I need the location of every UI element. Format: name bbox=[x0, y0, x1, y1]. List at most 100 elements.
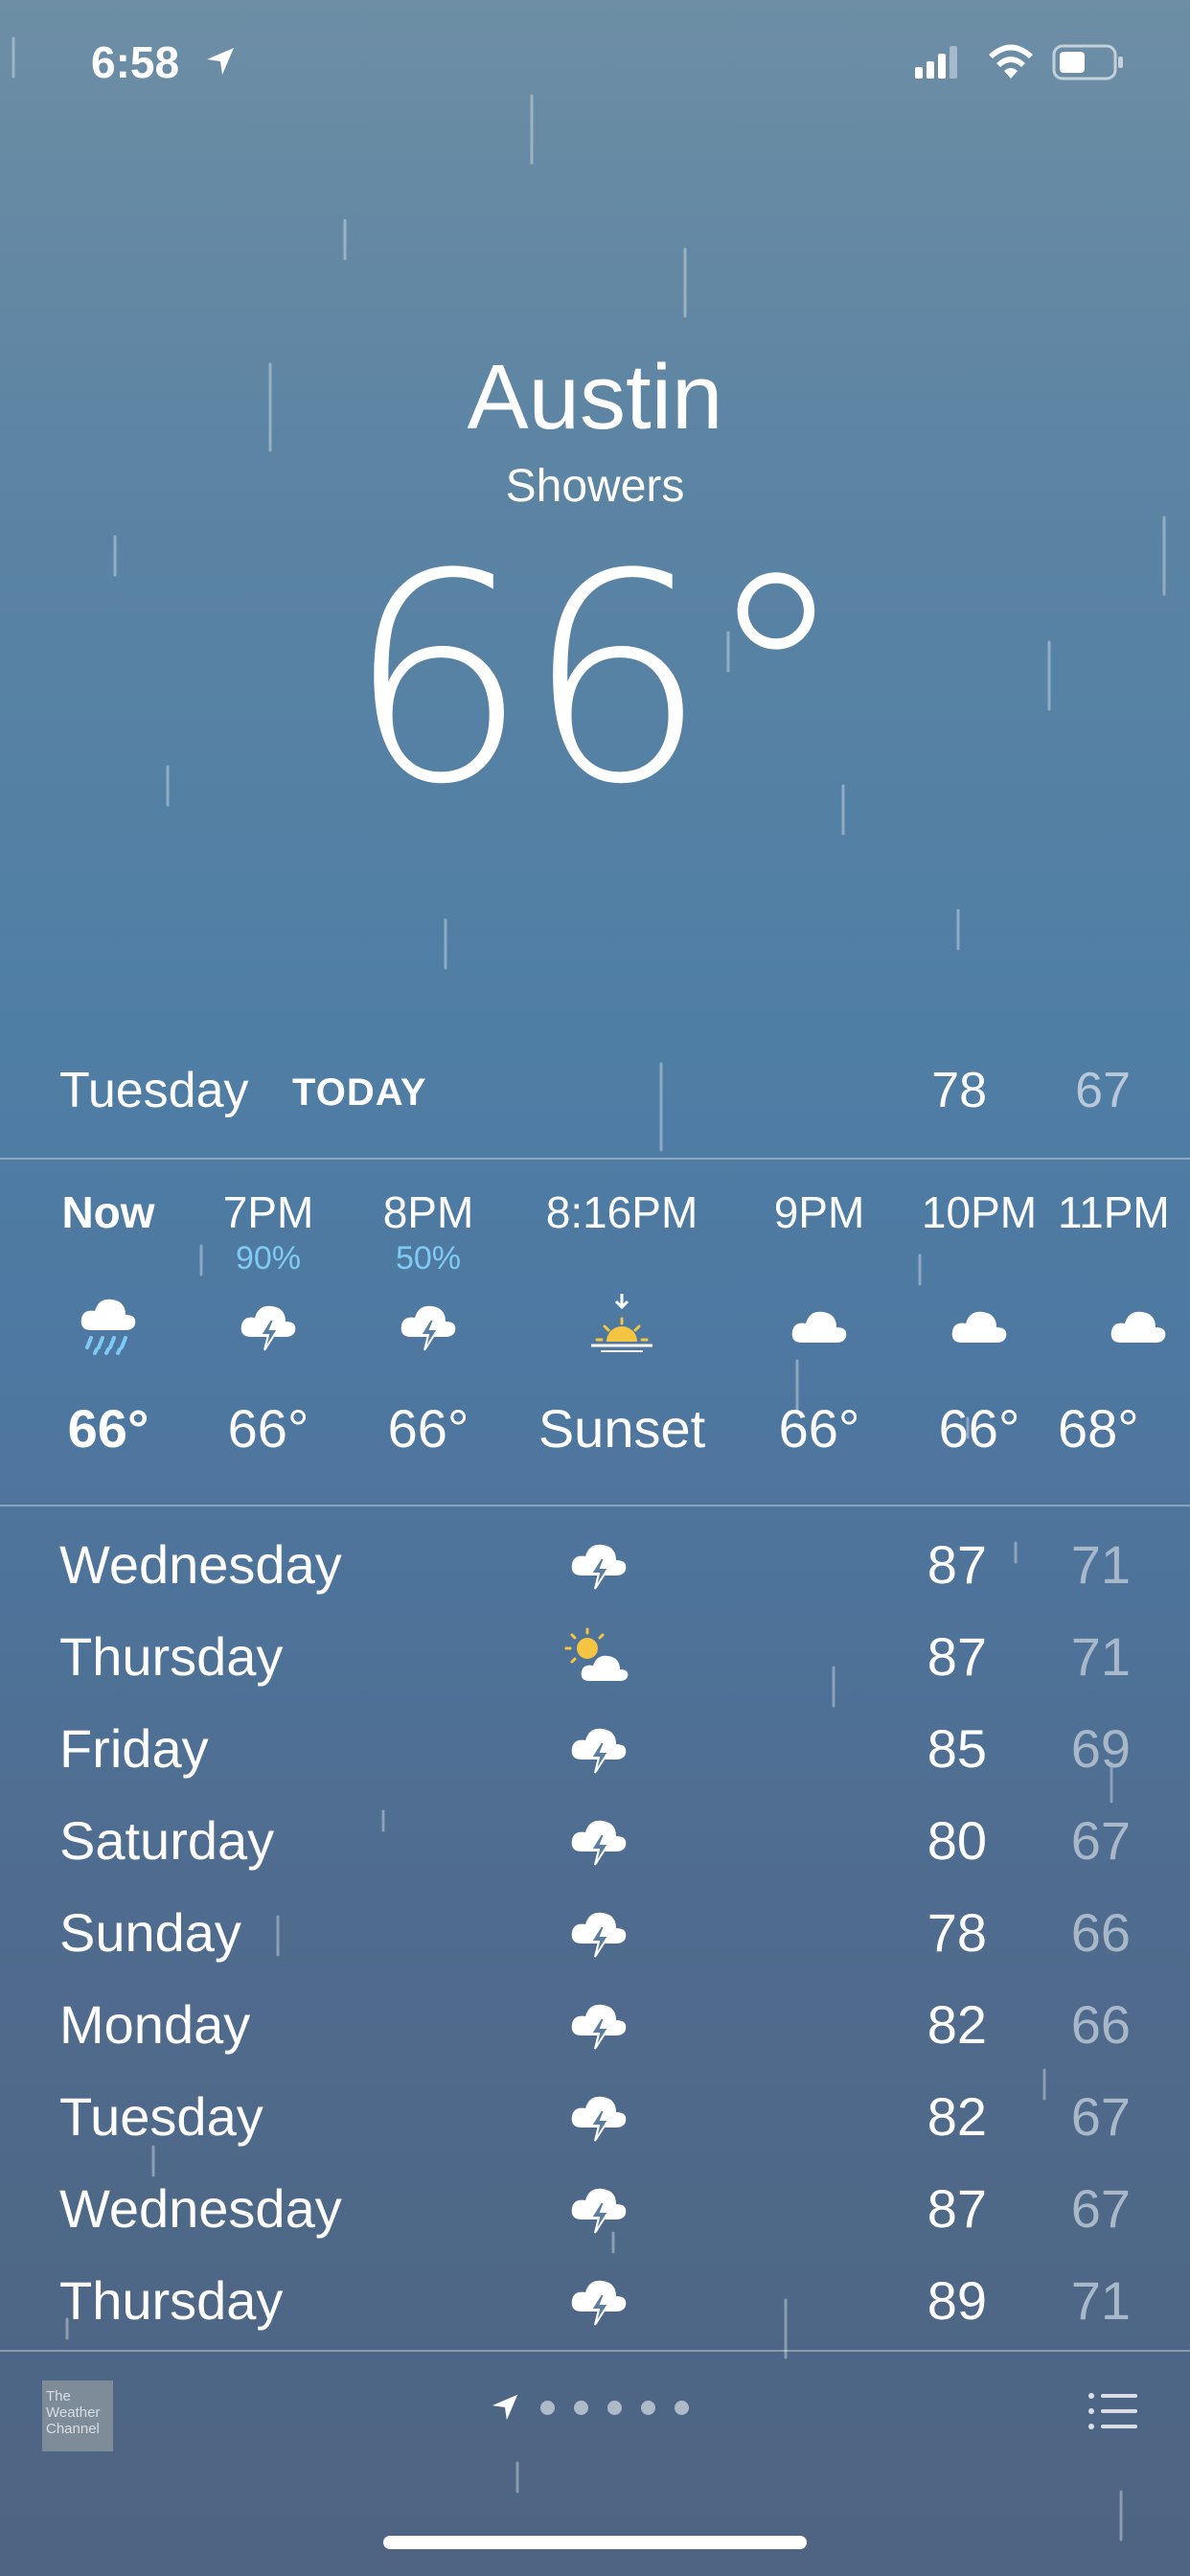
thunderstorm-icon bbox=[571, 1728, 627, 1774]
daily-row: Monday 82 66 bbox=[0, 1976, 1190, 2068]
day-low: 71 bbox=[1070, 2270, 1131, 2331]
day-name: Thursday bbox=[59, 1626, 284, 1687]
daily-row: Wednesday 87 67 bbox=[0, 2160, 1190, 2252]
home-indicator[interactable] bbox=[383, 2536, 807, 2549]
day-high: 87 bbox=[927, 1626, 987, 1687]
daily-row: Sunday 78 66 bbox=[0, 1884, 1190, 1976]
daily-row: Friday 85 69 bbox=[0, 1700, 1190, 1792]
hour-time: 10PM bbox=[921, 1187, 1038, 1237]
list-icon[interactable] bbox=[1087, 2392, 1139, 2430]
thunderstorm-icon bbox=[571, 1544, 627, 1590]
hourly-item: 8PM 50% 66° bbox=[347, 1186, 510, 1460]
hour-temperature: Sunset bbox=[538, 1398, 706, 1459]
day-name: Tuesday bbox=[59, 2086, 263, 2147]
divider bbox=[0, 1158, 1190, 1160]
partly-sunny-icon bbox=[564, 1627, 629, 1681]
day-high: 78 bbox=[927, 1902, 987, 1963]
hour-time: 11PM bbox=[1058, 1187, 1170, 1237]
hourly-item: 10PM 66° bbox=[898, 1186, 1061, 1460]
page-indicator[interactable] bbox=[489, 2391, 689, 2424]
day-name: Friday bbox=[59, 1718, 209, 1779]
day-high: 80 bbox=[927, 1810, 987, 1871]
hour-temperature: 66° bbox=[938, 1398, 1020, 1459]
hour-time: 9PM bbox=[773, 1187, 865, 1237]
day-name: Thursday bbox=[59, 2270, 284, 2331]
status-time: 6:58 bbox=[91, 37, 180, 87]
thunderstorm-icon bbox=[400, 1305, 456, 1351]
hour-temperature: 66° bbox=[778, 1398, 860, 1459]
daily-row: Thursday 87 71 bbox=[0, 1608, 1190, 1700]
day-name: Monday bbox=[59, 1994, 251, 2055]
page-dot[interactable] bbox=[607, 2400, 622, 2415]
daily-row: Saturday 80 67 bbox=[0, 1792, 1190, 1884]
day-name: Sunday bbox=[59, 1902, 241, 1963]
cloud-icon bbox=[1110, 1311, 1166, 1343]
page-dot[interactable] bbox=[675, 2400, 689, 2415]
day-name: Saturday bbox=[59, 1810, 275, 1871]
location-arrow-icon bbox=[207, 48, 234, 75]
thunderstorm-icon bbox=[571, 2004, 627, 2050]
today-summary: Tuesday TODAY 78 67 bbox=[0, 1054, 1190, 1126]
thunderstorm-icon bbox=[571, 2096, 627, 2142]
status-bar: 6:58 bbox=[0, 0, 1190, 134]
thunderstorm-icon bbox=[240, 1305, 296, 1351]
hour-time: 8PM bbox=[382, 1187, 474, 1237]
today-low: 67 bbox=[1075, 1063, 1131, 1118]
day-high: 82 bbox=[927, 1994, 987, 2055]
day-low: 67 bbox=[1070, 1810, 1131, 1871]
hour-precip-chance bbox=[521, 1240, 722, 1282]
thunderstorm-icon bbox=[571, 2188, 627, 2234]
hour-precip-chance bbox=[898, 1240, 1061, 1282]
cellular-signal-icon bbox=[915, 46, 957, 79]
day-low: 71 bbox=[1070, 1534, 1131, 1595]
location-arrow-icon[interactable] bbox=[489, 2391, 521, 2424]
hourly-item: 8:16PM Sunset bbox=[521, 1186, 722, 1460]
weather-channel-logo[interactable]: The Weather Channel bbox=[42, 2380, 113, 2451]
day-name: Wednesday bbox=[59, 2178, 342, 2239]
hour-precip-chance bbox=[738, 1240, 901, 1282]
day-low: 66 bbox=[1070, 1994, 1131, 2055]
page-dot[interactable] bbox=[574, 2400, 588, 2415]
page-dot[interactable] bbox=[540, 2400, 555, 2415]
city-name: Austin bbox=[467, 346, 723, 448]
cloud-icon bbox=[951, 1311, 1007, 1343]
day-high: 82 bbox=[927, 2086, 987, 2147]
sunset-icon bbox=[591, 1294, 652, 1352]
day-low: 69 bbox=[1070, 1718, 1131, 1779]
hourly-item: 9PM 66° bbox=[738, 1186, 901, 1460]
daily-row: Wednesday 87 71 bbox=[0, 1516, 1190, 1608]
today-day: Tuesday bbox=[59, 1063, 249, 1118]
hourly-item: 7PM 90% 66° bbox=[187, 1186, 350, 1460]
cloud-icon bbox=[791, 1311, 847, 1343]
day-low: 67 bbox=[1070, 2178, 1131, 2239]
thunderstorm-icon bbox=[571, 1912, 627, 1958]
hour-precip-chance bbox=[27, 1240, 190, 1282]
day-name: Wednesday bbox=[59, 1534, 342, 1595]
thunderstorm-icon bbox=[571, 2280, 627, 2326]
rain-cloud-icon bbox=[80, 1299, 136, 1355]
day-high: 87 bbox=[927, 1534, 987, 1595]
today-label: TODAY bbox=[292, 1071, 427, 1114]
hour-time: 7PM bbox=[222, 1187, 314, 1237]
day-low: 71 bbox=[1070, 1626, 1131, 1687]
day-high: 89 bbox=[927, 2270, 987, 2331]
hourly-item: 11PM 68° bbox=[1058, 1186, 1190, 1460]
day-high: 85 bbox=[927, 1718, 987, 1779]
page-dot[interactable] bbox=[641, 2400, 655, 2415]
hour-precip-chance: 90% bbox=[235, 1240, 302, 1276]
current-temperature: 66° bbox=[346, 513, 848, 847]
hour-temperature: 66° bbox=[67, 1398, 149, 1459]
hour-time: 8:16PM bbox=[545, 1187, 698, 1237]
hour-temperature: 66° bbox=[227, 1398, 309, 1459]
hour-time: Now bbox=[61, 1187, 155, 1237]
today-high: 78 bbox=[931, 1063, 987, 1118]
daily-row: Tuesday 82 67 bbox=[0, 2068, 1190, 2160]
hour-temperature: 68° bbox=[1058, 1398, 1139, 1459]
thunderstorm-icon bbox=[571, 1820, 627, 1866]
day-low: 67 bbox=[1070, 2086, 1131, 2147]
divider bbox=[0, 1505, 1190, 1506]
wifi-icon bbox=[989, 44, 1033, 79]
hour-precip-chance: 50% bbox=[395, 1240, 462, 1276]
hour-temperature: 66° bbox=[387, 1398, 469, 1459]
hour-precip-chance bbox=[1058, 1240, 1190, 1282]
